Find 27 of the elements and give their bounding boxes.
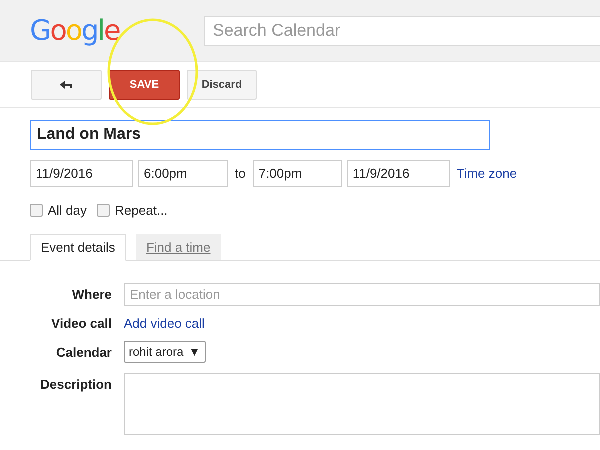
start-date-field[interactable]: 11/9/2016 — [30, 160, 133, 187]
end-time-field[interactable]: 7:00pm — [252, 160, 342, 187]
back-button[interactable] — [31, 70, 102, 100]
time-zone-link[interactable]: Time zone — [456, 166, 518, 181]
field-label: Where — [71, 287, 112, 302]
field-label: Video call — [50, 316, 112, 331]
save-button[interactable]: SAVE — [109, 70, 180, 100]
location-field[interactable]: Enter a location — [124, 283, 600, 306]
end-date-field[interactable]: 11/9/2016 — [346, 160, 450, 187]
field-label: Description — [39, 377, 112, 392]
checkbox-label: All day — [48, 203, 88, 218]
calendar-select[interactable]: rohit arora ▼ — [124, 341, 206, 363]
tab[interactable]: Event details — [30, 234, 126, 261]
event-title-field[interactable]: Land on Mars — [30, 120, 490, 150]
checkbox-label: Repeat... — [115, 203, 168, 218]
to-label: to — [235, 166, 246, 181]
tab[interactable]: Find a time — [136, 234, 221, 260]
back-arrow-icon — [58, 80, 74, 90]
search-field[interactable]: Search Calendar — [204, 16, 600, 46]
start-time-field[interactable]: 6:00pm — [138, 160, 228, 187]
checkbox[interactable] — [30, 204, 43, 217]
field-label: Calendar — [55, 344, 112, 360]
checkbox[interactable] — [97, 204, 110, 217]
discard-button[interactable]: Discard — [187, 70, 257, 100]
description-field[interactable] — [124, 373, 600, 435]
logo: Google — [30, 14, 121, 47]
add-video-call-link[interactable]: Add video call — [124, 316, 205, 331]
